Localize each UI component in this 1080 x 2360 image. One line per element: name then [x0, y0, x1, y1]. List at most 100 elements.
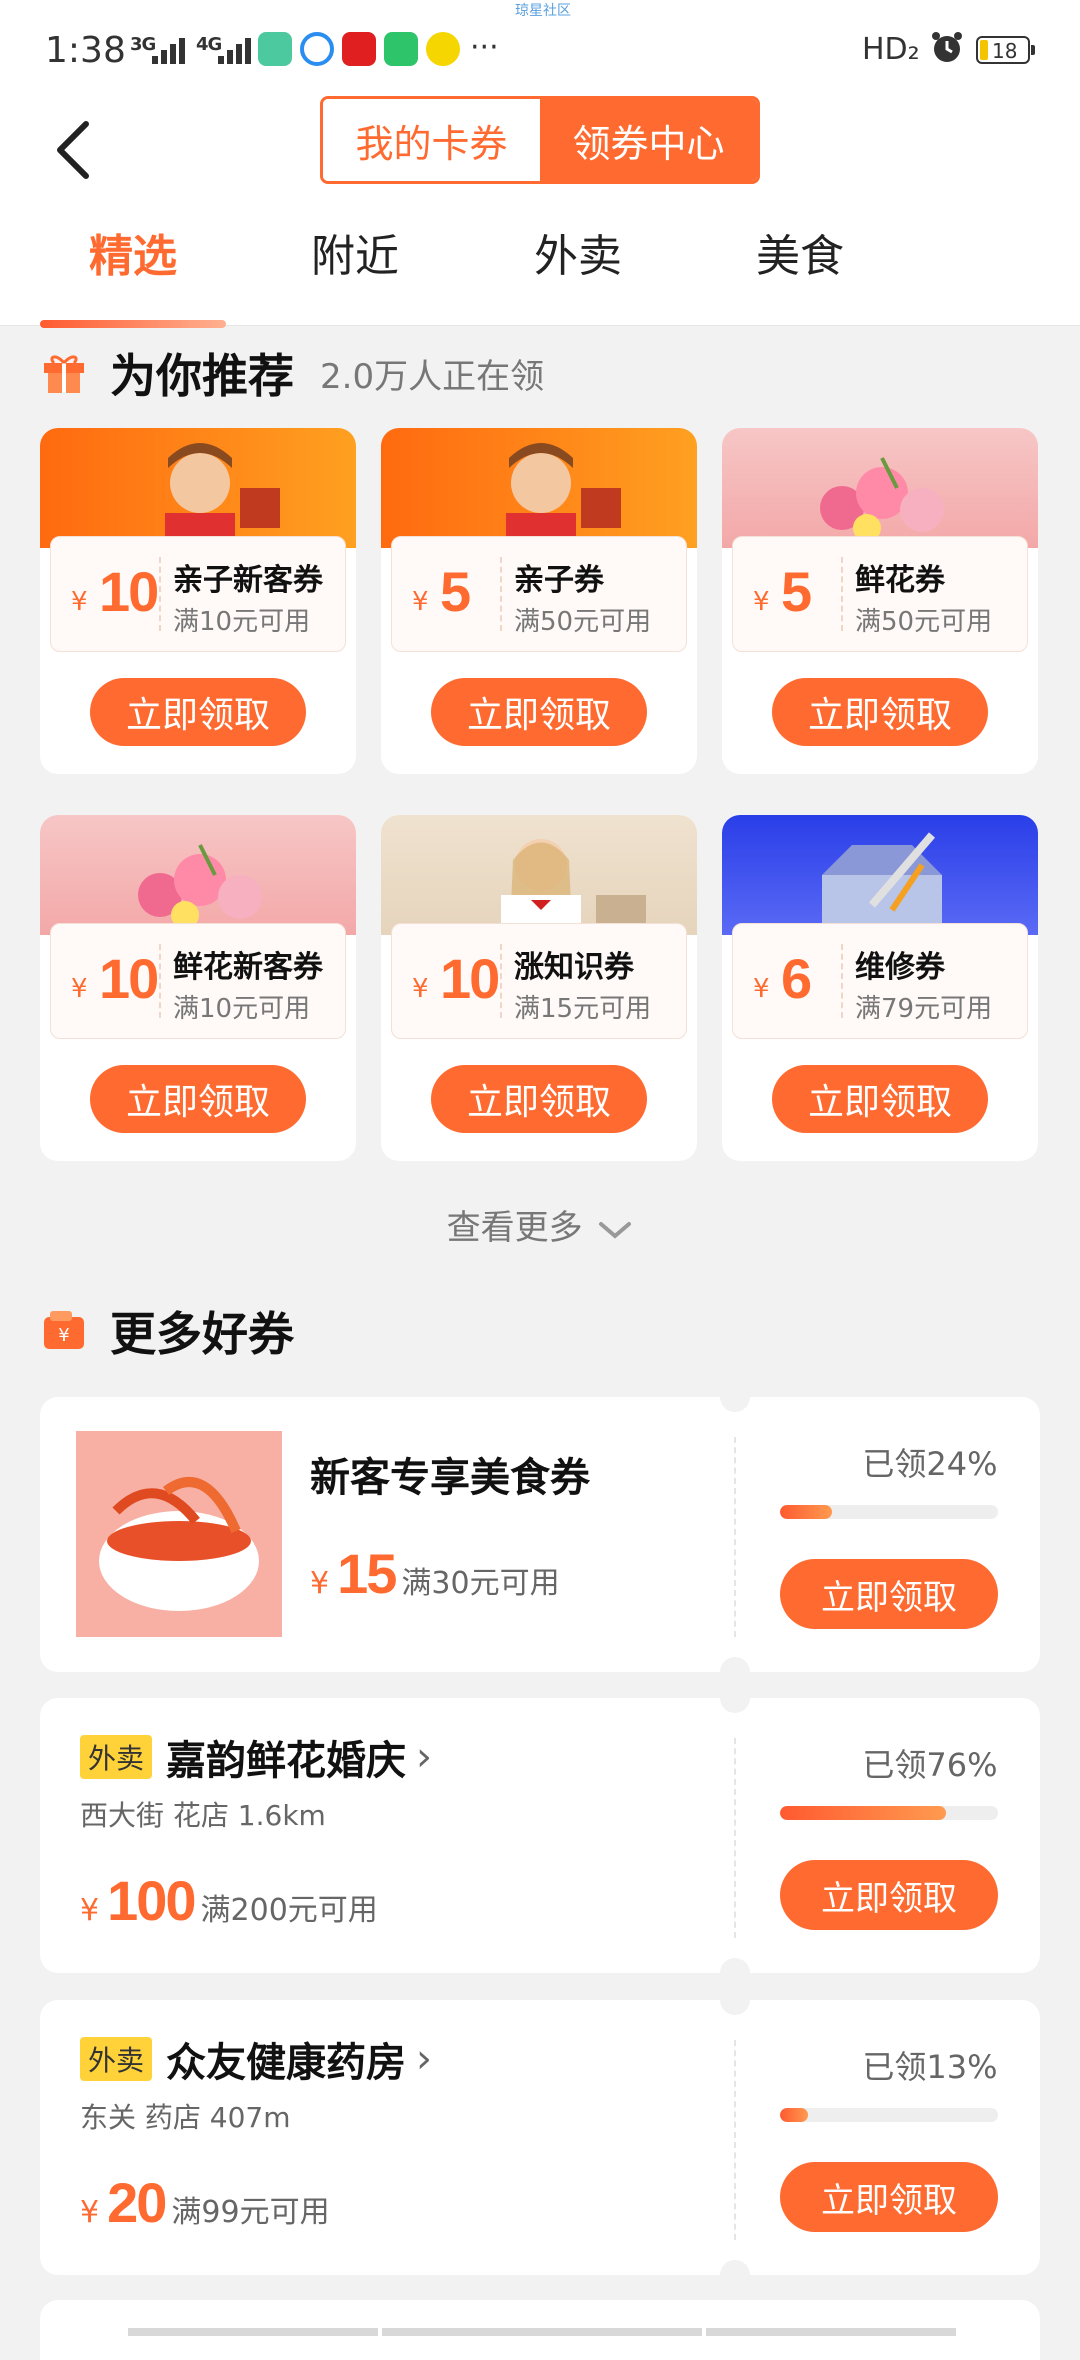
takeout-tag: 外卖: [80, 2037, 153, 2081]
currency-symbol: ¥: [71, 974, 88, 1004]
claim-button[interactable]: 立即领取: [431, 1065, 647, 1133]
claim-button[interactable]: 立即领取: [780, 2162, 998, 2232]
shop-info: 西大街 花店 1.6km: [80, 1799, 326, 1832]
currency-symbol: ¥: [753, 974, 770, 1004]
currency-symbol: ¥: [80, 1893, 100, 1928]
app-notification-icon: [300, 32, 334, 66]
shop-header[interactable]: 外卖 众友健康药房 ›: [80, 2030, 432, 2088]
coupon-card: ¥ 5 鲜花券 满50元可用 立即领取: [722, 428, 1038, 774]
tab-takeout[interactable]: 外卖: [478, 220, 678, 284]
coupon-list-item: 外卖 嘉韵鲜花婚庆 › 西大街 花店 1.6km ¥ 100 满200元可用 已领7…: [40, 1683, 1040, 1988]
recommend-subtitle: 2.0万人正在领: [320, 356, 545, 397]
signal-icon: [218, 36, 252, 64]
tab-nearby[interactable]: 附近: [255, 220, 455, 284]
coupon-amount: 10: [440, 947, 500, 1010]
coupon-amount: 5: [781, 560, 812, 623]
coupon-ticket: ¥ 10 涨知识券 满15元可用: [391, 923, 687, 1039]
hd-voice-label: HD₂: [862, 32, 920, 67]
chevron-right-icon: ›: [416, 1734, 433, 1780]
coupon-card: ¥ 10 亲子新客券 满10元可用 立即领取: [40, 428, 356, 774]
coupon-ticket: ¥ 5 亲子券 满50元可用: [391, 536, 687, 652]
claimed-progress-bar: [780, 1505, 998, 1519]
coupon-card: ¥ 10 涨知识券 满15元可用 立即领取: [381, 815, 697, 1161]
coupon-condition: 满15元可用: [514, 994, 652, 1024]
bottom-indicator: [128, 2328, 378, 2336]
segment-coupon-center[interactable]: 领券中心: [540, 99, 757, 181]
claimed-progress-bar: [780, 2108, 998, 2122]
coupon-name: 亲子新客券: [173, 563, 323, 598]
chevron-right-icon: ›: [416, 2036, 433, 2082]
takeout-tag: 外卖: [80, 1735, 153, 1779]
coupon-wallet-icon: ¥: [44, 1311, 84, 1349]
coupon-ticket: ¥ 10 鲜花新客券 满10元可用: [50, 923, 346, 1039]
claim-button[interactable]: 立即领取: [780, 1559, 998, 1629]
coupon-name: 亲子券: [514, 563, 604, 598]
claimed-progress-bar: [780, 1806, 998, 1820]
segment-my-coupons[interactable]: 我的卡券: [323, 99, 540, 181]
coupon-ticket: ¥ 6 维修券 满79元可用: [732, 923, 1028, 1039]
coupon-image: [40, 815, 356, 935]
coupon-name: 鲜花新客券: [173, 950, 323, 985]
more-notifications-icon: ···: [470, 30, 499, 65]
coupon-amount: 10: [99, 947, 159, 1010]
battery-level: 18: [992, 39, 1018, 63]
coupon-amount: 5: [440, 560, 471, 623]
app-notification-icon: [342, 32, 376, 66]
coupon-condition: 满50元可用: [514, 607, 652, 637]
coupon-list-item: 外卖 众友健康药房 › 东关 药店 407m ¥ 20 满99元可用 已领13% 立…: [40, 1985, 1040, 2290]
currency-symbol: ¥: [80, 2195, 100, 2230]
coupon-image: [722, 428, 1038, 548]
shop-header[interactable]: 外卖 嘉韵鲜花婚庆 ›: [80, 1728, 432, 1786]
more-coupons-section-header: ¥ 更多好券: [40, 1298, 294, 1364]
tab-featured[interactable]: 精选: [33, 220, 233, 284]
coupon-card: ¥ 10 鲜花新客券 满10元可用 立即领取: [40, 815, 356, 1161]
recommend-title: 为你推荐: [110, 349, 294, 403]
status-top-label: 琼星社区: [515, 3, 571, 19]
app-notification-icon: [426, 32, 460, 66]
coupon-condition: 满79元可用: [855, 994, 993, 1024]
coupon-condition: 满10元可用: [173, 994, 311, 1024]
coupon-image: [40, 428, 356, 553]
claim-button[interactable]: 立即领取: [90, 1065, 306, 1133]
coupon-name: 维修券: [855, 950, 945, 985]
bottom-indicator: [382, 2328, 702, 2336]
coupon-condition: 满50元可用: [855, 607, 993, 637]
claim-button[interactable]: 立即领取: [431, 678, 647, 746]
coupon-amount: 6: [781, 947, 812, 1010]
shop-name: 众友健康药房: [166, 2040, 407, 2086]
claim-button[interactable]: 立即领取: [772, 1065, 988, 1133]
back-arrow-icon[interactable]: [48, 110, 108, 190]
coupon-image: [722, 815, 1038, 935]
claim-button[interactable]: 立即领取: [780, 1860, 998, 1930]
battery-icon: 18: [976, 36, 1035, 64]
coupon-name: 鲜花券: [855, 563, 945, 598]
coupon-image: [381, 815, 697, 940]
coupon-image: [381, 428, 697, 553]
coupon-amount: 15: [337, 1542, 397, 1605]
claim-button[interactable]: 立即领取: [90, 678, 306, 746]
more-coupons-title: 更多好券: [110, 1307, 294, 1361]
coupon-ticket: ¥ 10 亲子新客券 满10元可用: [50, 536, 346, 652]
coupon-condition: 满30元可用: [401, 1566, 560, 1601]
coupon-condition: 满200元可用: [200, 1893, 378, 1928]
coupon-card: ¥ 5 亲子券 满50元可用 立即领取: [381, 428, 697, 774]
status-time: 1:38: [45, 30, 126, 71]
chevron-down-icon: [599, 1221, 632, 1239]
coupon-amount: 20: [107, 2171, 167, 2234]
bottom-indicator: [706, 2328, 956, 2336]
top-header: 我的卡券 领券中心 精选 附近 外卖 美食: [0, 96, 1080, 328]
coupon-amount: 10: [99, 560, 159, 623]
message-icon: [384, 32, 418, 66]
claim-button[interactable]: 立即领取: [772, 678, 988, 746]
currency-symbol: ¥: [412, 974, 429, 1004]
coupon-name: 新客专享美食券: [310, 1455, 590, 1501]
coupon-list-item: 新客专享美食券 ¥ 15 满30元可用 已领24% 立即领取: [40, 1382, 1040, 1687]
coupon-condition: 满99元可用: [171, 2195, 330, 2230]
tab-food[interactable]: 美食: [700, 220, 900, 284]
food-image: [76, 1431, 282, 1637]
currency-symbol: ¥: [310, 1566, 330, 1601]
coupon-amount: 100: [107, 1869, 196, 1932]
coupon-ticket: ¥ 5 鲜花券 满50元可用: [732, 536, 1028, 652]
shop-name: 嘉韵鲜花婚庆: [166, 1738, 407, 1784]
see-more-link[interactable]: 查看更多: [0, 1200, 1080, 1249]
